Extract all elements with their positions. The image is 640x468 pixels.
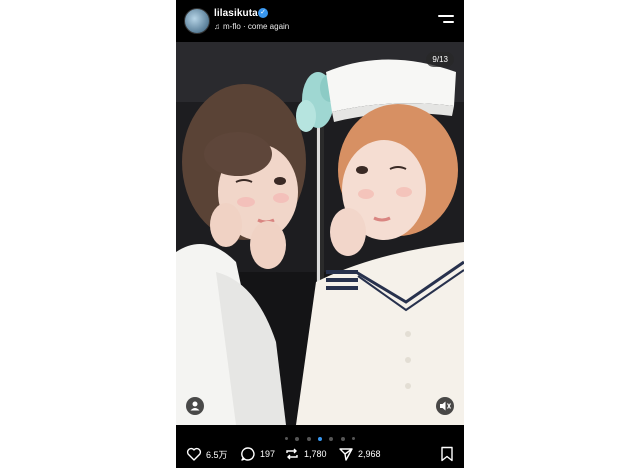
carousel-dot bbox=[340, 436, 345, 441]
comment-icon bbox=[241, 447, 255, 461]
carousel-dot bbox=[329, 436, 334, 441]
repost-icon bbox=[286, 448, 298, 460]
comment-button[interactable]: 197 bbox=[240, 446, 275, 462]
action-bar: 6.5万 197 1,780 2,968 bbox=[176, 442, 464, 468]
bookmark-button[interactable] bbox=[440, 446, 454, 464]
carousel-dot bbox=[352, 437, 356, 441]
carousel-dot bbox=[295, 436, 300, 441]
carousel-dot-active bbox=[318, 436, 322, 441]
share-icon bbox=[339, 448, 353, 461]
verified-badge-icon: ✓ bbox=[258, 8, 268, 18]
music-label[interactable]: ♫ m-flo · come again bbox=[214, 22, 289, 31]
menu-icon[interactable] bbox=[436, 13, 454, 27]
image-counter: 9/13 bbox=[426, 52, 454, 67]
share-button[interactable]: 2,968 bbox=[338, 446, 381, 462]
like-button[interactable]: 6.5万 bbox=[186, 446, 228, 462]
avatar[interactable] bbox=[184, 8, 210, 34]
heart-icon bbox=[186, 447, 202, 461]
username[interactable]: lilasikuta bbox=[214, 8, 258, 19]
music-note-icon: ♫ bbox=[214, 22, 220, 31]
post-photo[interactable]: 9/13 bbox=[176, 42, 464, 425]
person-tag-icon[interactable] bbox=[186, 397, 204, 415]
music-text: m-flo · come again bbox=[223, 22, 290, 31]
photo-illustration bbox=[176, 42, 464, 425]
share-count: 2,968 bbox=[358, 449, 381, 459]
like-count: 6.5万 bbox=[206, 449, 228, 460]
carousel-dots bbox=[176, 430, 464, 441]
bookmark-icon bbox=[441, 446, 453, 462]
mute-icon[interactable] bbox=[436, 397, 454, 415]
repost-button[interactable]: 1,780 bbox=[284, 446, 327, 462]
carousel-dot bbox=[306, 436, 311, 441]
post-frame: lilasikuta ✓ ♫ m-flo · come again 9/13 6… bbox=[176, 0, 464, 468]
comment-count: 197 bbox=[260, 449, 276, 459]
repost-count: 1,780 bbox=[304, 449, 327, 459]
carousel-dot bbox=[284, 437, 288, 441]
post-header: lilasikuta ✓ ♫ m-flo · come again bbox=[176, 0, 464, 42]
